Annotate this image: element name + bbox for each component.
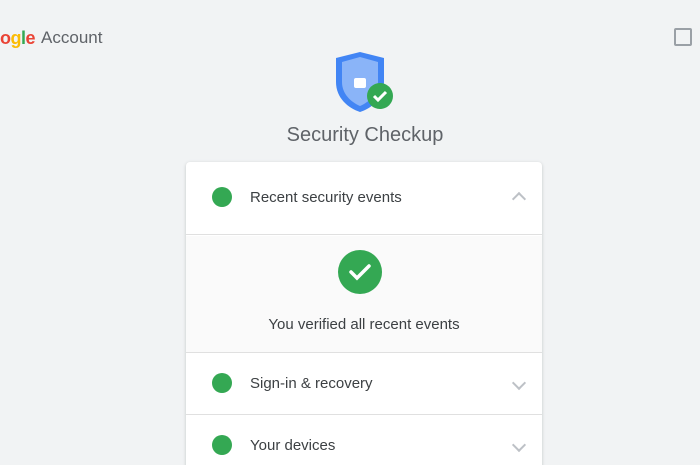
- expanded-message: You verified all recent events: [268, 316, 460, 333]
- logo-letter-o: o: [0, 27, 11, 48]
- checkup-item-sign-in-recovery[interactable]: Sign-in & recovery: [186, 352, 542, 414]
- google-logo[interactable]: ogle Account: [0, 26, 102, 50]
- check-circle-icon: [338, 250, 382, 294]
- status-ok-icon: [212, 187, 232, 207]
- status-ok-icon: [212, 435, 232, 455]
- checkup-item-label: Your devices: [250, 436, 336, 454]
- chevron-up-icon[interactable]: [511, 191, 527, 207]
- divider: [186, 234, 542, 235]
- expanded-panel: You verified all recent events: [186, 236, 542, 352]
- checkup-card: Recent security events You verified all …: [186, 162, 542, 465]
- page-title: Security Checkup: [286, 124, 444, 146]
- checkup-item-label: Recent security events: [250, 188, 402, 206]
- logo-wordmark: ogle: [0, 27, 36, 49]
- checkup-item-security-events[interactable]: Recent security events: [186, 166, 542, 228]
- shield-check-icon: [332, 52, 396, 114]
- chevron-down-icon[interactable]: [511, 375, 527, 391]
- menu-icon[interactable]: [674, 28, 692, 46]
- logo-letter-g: g: [10, 27, 22, 48]
- status-ok-icon: [212, 373, 232, 393]
- checkup-item-label: Sign-in & recovery: [250, 374, 373, 392]
- product-name: Account: [41, 28, 103, 47]
- logo-letter-e: e: [25, 27, 36, 48]
- chevron-down-icon[interactable]: [511, 437, 527, 453]
- checkup-item-devices[interactable]: Your devices: [186, 414, 542, 465]
